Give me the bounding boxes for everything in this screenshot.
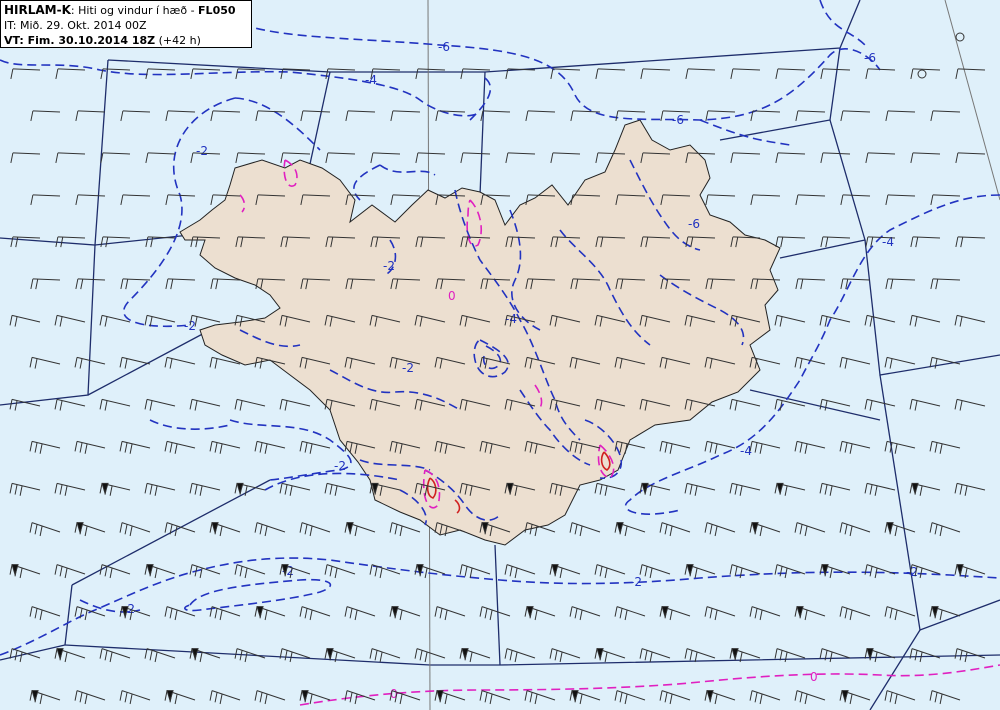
forecast-map: -6 -6 -6 -6 -4 -4 -4 -4 -2 -2 -2 -2 -2 -…	[0, 0, 1000, 710]
contour-label: -2	[184, 319, 196, 333]
initial-time: IT: Mið. 29. Okt. 2014 00Z	[4, 19, 147, 32]
legend-title-row: HIRLAM-K: Hiti og vindur í hæð - FL050	[4, 3, 248, 18]
contour-label: -2	[383, 259, 395, 273]
valid-time-row: VT: Fim. 30.10.2014 18Z (+42 h)	[4, 33, 248, 48]
contour-label: -6	[688, 217, 700, 231]
contour-label: -4	[365, 73, 377, 87]
contour-label: -2	[196, 144, 208, 158]
contour-label: -2	[402, 361, 414, 375]
contour-label: -2	[334, 459, 346, 473]
flight-level: FL050	[198, 4, 236, 17]
valid-time: VT: Fim. 30.10.2014 18Z	[4, 34, 156, 47]
map-legend: HIRLAM-K: Hiti og vindur í hæð - FL050 I…	[0, 0, 252, 48]
contour-label: -6	[864, 51, 876, 65]
contour-label: -2	[630, 575, 642, 589]
model-name: HIRLAM-K	[4, 3, 71, 17]
contour-label: 0	[810, 670, 818, 684]
contour-label: 0	[448, 289, 456, 303]
map-description: : Hiti og vindur í hæð -	[70, 4, 199, 17]
contour-label: -6	[438, 40, 450, 54]
lead-time: (+42 h)	[158, 34, 201, 47]
contour-label: -6	[672, 113, 684, 127]
